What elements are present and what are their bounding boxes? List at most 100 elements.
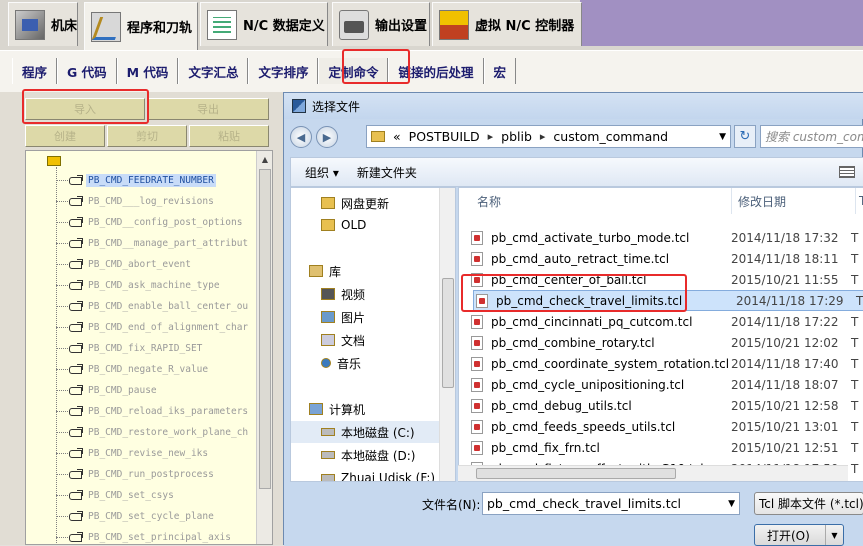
import-button[interactable]: 导入: [25, 98, 145, 120]
command-tree[interactable]: PB_CMD_FEEDRATE_NUMBER PB_CMD___log_revis…: [25, 150, 273, 545]
forward-icon[interactable]: ▶: [316, 126, 338, 148]
command-icon: [68, 174, 84, 186]
open-button[interactable]: 打开(O) ▼: [754, 524, 844, 546]
chevron-down-icon[interactable]: ▼: [825, 525, 843, 545]
back-icon[interactable]: ◀: [290, 126, 312, 148]
nav-item[interactable]: 计算机: [309, 398, 365, 420]
nav-scrollbar[interactable]: [439, 188, 455, 481]
tree-item[interactable]: PB_CMD___log_revisions: [56, 192, 216, 210]
subtab-macro[interactable]: 宏: [483, 58, 517, 84]
file-row[interactable]: pb_cmd_feeds_speeds_utils.tcl 2015/10/21 …: [469, 416, 863, 437]
tab-virtual-nc[interactable]: 虚拟 N/C 控制器: [432, 2, 582, 46]
nav-item[interactable]: Zhuai Udisk (F:): [321, 467, 435, 481]
file-type: T: [851, 419, 859, 434]
tcl-file-icon: [471, 398, 483, 413]
file-row[interactable]: pb_cmd_activate_turbo_mode.tcl 2014/11/18…: [469, 227, 863, 248]
tree-item[interactable]: PB_CMD__manage_part_attribut: [56, 234, 250, 252]
tree-item[interactable]: PB_CMD_end_of_alignment_char: [56, 318, 250, 336]
file-row[interactable]: pb_cmd_fix_frn.tcl 2015/10/21 12:51 T: [469, 437, 863, 458]
navigation-pane[interactable]: 网盘更新 OLD 库视频 图片 文档 音乐计算机本地磁盘 (C:) 本地磁盘 (D:) Zhu…: [290, 187, 456, 482]
subtab-custom-command[interactable]: 定制命令: [318, 58, 389, 84]
tree-connector: [56, 284, 68, 286]
file-row[interactable]: pb_cmd_center_of_ball.tcl 2015/10/21 11:5…: [469, 269, 863, 290]
tab-nc-data[interactable]: N/C 数据定义: [200, 2, 328, 46]
subtab-word-summary[interactable]: 文字汇总: [178, 58, 249, 84]
tree-item[interactable]: PB_CMD_restore_work_plane_ch: [56, 423, 250, 441]
address-part-postbuild[interactable]: POSTBUILD: [409, 129, 480, 144]
tree-item[interactable]: PB_CMD_run_postprocess: [56, 465, 216, 483]
nav-item[interactable]: 本地磁盘 (D:): [321, 444, 415, 466]
tree-scroll-thumb[interactable]: [259, 169, 271, 489]
subtab-linked-posts[interactable]: 链接的后处理: [388, 58, 484, 84]
filename-input[interactable]: pb_cmd_check_travel_limits.tcl ▼: [482, 492, 740, 515]
nav-item[interactable]: 音乐: [321, 352, 361, 374]
nav-item[interactable]: 文档: [321, 329, 365, 351]
address-part-pblib[interactable]: pblib: [501, 129, 532, 144]
organize-button[interactable]: 组织 ▾: [305, 164, 339, 181]
tree-item[interactable]: PB_CMD_set_csys: [56, 486, 176, 504]
tree-item[interactable]: PB_CMD_set_cycle_plane: [56, 507, 216, 525]
nav-item[interactable]: OLD: [321, 214, 366, 236]
create-button[interactable]: 创建: [25, 125, 105, 147]
hscroll-thumb[interactable]: [476, 468, 676, 479]
tree-item-label: PB_CMD__config_post_options: [88, 216, 243, 228]
tree-item[interactable]: PB_CMD_pause: [56, 381, 159, 399]
export-button[interactable]: 导出: [147, 98, 269, 120]
subtab-program[interactable]: 程序: [12, 58, 58, 84]
file-row[interactable]: pb_cmd_auto_retract_time.tcl 2014/11/18 1…: [469, 248, 863, 269]
nav-item[interactable]: 网盘更新: [321, 192, 389, 214]
file-row[interactable]: pb_cmd_debug_utils.tcl 2015/10/21 12:58 T: [469, 395, 863, 416]
refresh-icon[interactable]: ↻: [734, 125, 756, 148]
chevron-down-icon[interactable]: ▼: [728, 499, 735, 509]
nav-scroll-thumb[interactable]: [442, 278, 454, 388]
tree-item[interactable]: PB_CMD_set_principal_axis: [56, 528, 233, 544]
tab-output-settings[interactable]: 输出设置: [332, 2, 430, 46]
chevron-down-icon[interactable]: ▼: [719, 132, 726, 142]
tcl-file-icon: [471, 356, 483, 371]
tree-item[interactable]: PB_CMD__config_post_options: [56, 213, 244, 231]
file-row[interactable]: pb_cmd_cycle_unipositioning.tcl 2014/11/1…: [469, 374, 863, 395]
tree-item[interactable]: PB_CMD_enable_ball_center_ou: [56, 297, 250, 315]
file-list-hscrollbar[interactable]: [458, 465, 848, 481]
address-overflow[interactable]: «: [393, 129, 401, 144]
paste-button[interactable]: 粘贴: [189, 125, 269, 147]
column-header-name[interactable]: 名称: [477, 188, 717, 214]
nav-item[interactable]: 本地磁盘 (C:): [291, 421, 455, 443]
subtab-g-code[interactable]: G 代码: [57, 58, 117, 84]
file-row[interactable]: pb_cmd_coordinate_system_rotation.tcl 201…: [469, 353, 863, 374]
file-name: pb_cmd_debug_utils.tcl: [491, 398, 632, 413]
file-row[interactable]: pb_cmd_check_travel_limits.tcl 2014/11/18…: [473, 290, 863, 311]
tcl-file-icon: [471, 335, 483, 350]
nav-item[interactable]: 图片: [321, 306, 365, 328]
address-separator-icon[interactable]: ▸: [488, 130, 494, 143]
tree-item[interactable]: PB_CMD_abort_event: [56, 255, 193, 273]
nav-item[interactable]: 库: [309, 260, 341, 282]
tree-item[interactable]: PB_CMD_negate_R_value: [56, 360, 210, 378]
file-row[interactable]: pb_cmd_cincinnati_pq_cutcom.tcl 2014/11/1…: [469, 311, 863, 332]
file-type-filter[interactable]: Tcl 脚本文件 (*.tcl): [754, 492, 863, 515]
file-row[interactable]: pb_cmd_combine_rotary.tcl 2015/10/21 12:0…: [469, 332, 863, 353]
tab-program-toolpath[interactable]: 程序和刀轨: [84, 2, 198, 50]
tree-item[interactable]: PB_CMD_revise_new_iks: [56, 444, 210, 462]
nav-item-label: 计算机: [329, 402, 366, 417]
tree-item[interactable]: PB_CMD_reload_iks_parameters: [56, 402, 250, 420]
tree-item[interactable]: PB_CMD_ask_machine_type: [56, 276, 222, 294]
tree-item[interactable]: PB_CMD_fix_RAPID_SET: [56, 339, 204, 357]
new-folder-button[interactable]: 新建文件夹: [357, 164, 417, 181]
column-header-date[interactable]: 修改日期: [731, 188, 855, 214]
address-separator-icon[interactable]: ▸: [540, 130, 546, 143]
subtab-m-code[interactable]: M 代码: [116, 58, 179, 84]
cut-button[interactable]: 剪切: [107, 125, 187, 147]
file-list[interactable]: 名称 修改日期 T pb_cmd_activate_turbo_mode.tcl…: [458, 187, 863, 482]
view-options-icon[interactable]: [839, 166, 855, 178]
subtab-word-sequence[interactable]: 文字排序: [248, 58, 319, 84]
tree-scrollbar[interactable]: ▲: [256, 151, 272, 544]
search-input[interactable]: 搜索 custom_com: [760, 125, 863, 148]
address-part-custom-command[interactable]: custom_command: [553, 129, 668, 144]
tab-machine[interactable]: 机床: [8, 2, 78, 46]
address-bar[interactable]: « POSTBUILD ▸ pblib ▸ custom_command ▼: [366, 125, 731, 148]
column-header-type[interactable]: T: [855, 188, 863, 214]
tree-item[interactable]: PB_CMD_FEEDRATE_NUMBER: [56, 171, 216, 189]
nav-item[interactable]: 视频: [321, 283, 365, 305]
scroll-up-icon[interactable]: ▲: [257, 151, 272, 167]
